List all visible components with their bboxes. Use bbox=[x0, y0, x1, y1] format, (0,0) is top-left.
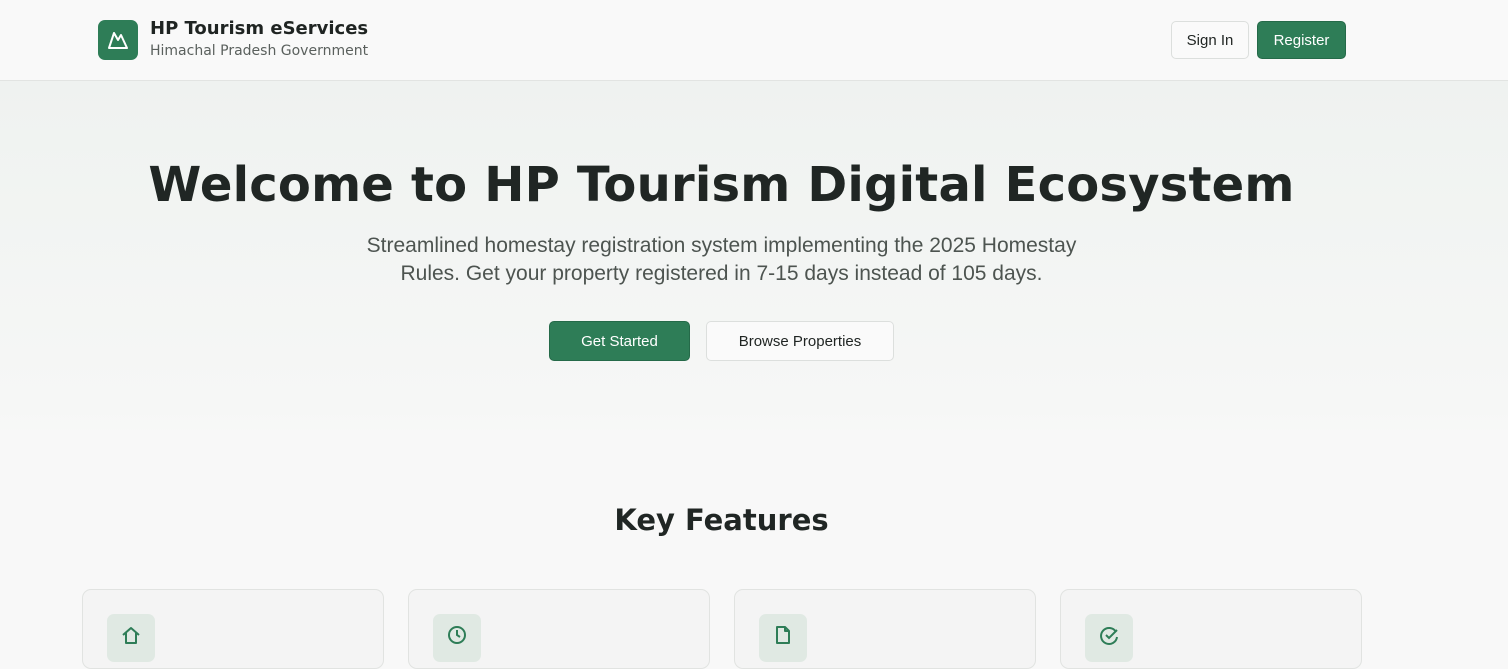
app-subtitle: Himachal Pradesh Government bbox=[150, 43, 369, 59]
top-header: HP Tourism eServices Himachal Pradesh Go… bbox=[0, 0, 1508, 81]
brand-text: HP Tourism eServices Himachal Pradesh Go… bbox=[150, 18, 369, 60]
mountain-icon bbox=[98, 20, 138, 60]
register-button[interactable]: Register bbox=[1257, 21, 1346, 59]
browse-properties-button[interactable]: Browse Properties bbox=[706, 321, 894, 361]
document-icon bbox=[759, 614, 807, 662]
hero-section: Welcome to HP Tourism Digital Ecosystem … bbox=[0, 81, 1508, 441]
feature-card bbox=[1060, 589, 1362, 669]
refresh-check-icon bbox=[1085, 614, 1133, 662]
features-title: Key Features bbox=[614, 503, 829, 537]
get-started-button[interactable]: Get Started bbox=[549, 321, 690, 361]
clock-icon bbox=[433, 614, 481, 662]
feature-card bbox=[734, 589, 1036, 669]
app-title: HP Tourism eServices bbox=[150, 18, 369, 39]
home-icon bbox=[107, 614, 155, 662]
feature-card bbox=[82, 589, 384, 669]
hero-title: Welcome to HP Tourism Digital Ecosystem bbox=[148, 157, 1295, 213]
feature-card bbox=[408, 589, 710, 669]
brand[interactable]: HP Tourism eServices Himachal Pradesh Go… bbox=[98, 18, 369, 60]
hero-subtitle: Streamlined homestay registration system… bbox=[366, 234, 1077, 285]
sign-in-button[interactable]: Sign In bbox=[1171, 21, 1249, 59]
